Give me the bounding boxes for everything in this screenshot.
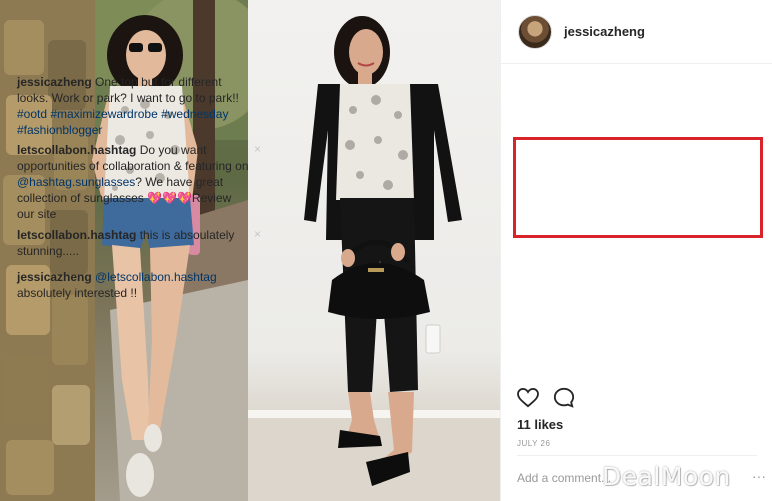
- post-caption: jessicazheng One top but for different l…: [17, 74, 261, 138]
- post-actions: [517, 387, 575, 414]
- hashtag-wednesday[interactable]: #wednesday: [161, 107, 228, 121]
- comment-item: letscollabon.hashtag Do you want opportu…: [17, 142, 261, 222]
- photo-indoor-look: [248, 0, 500, 501]
- post-header: jessicazheng: [501, 0, 772, 64]
- more-options-icon[interactable]: ···: [752, 468, 766, 484]
- comment-bubble-icon[interactable]: [553, 387, 575, 414]
- caption-username[interactable]: jessicazheng: [17, 75, 92, 89]
- comment-mention[interactable]: @letscollabon.hashtag: [95, 270, 217, 284]
- comment-item: jessicazheng @letscollabon.hashtag absol…: [17, 269, 261, 301]
- divider: [517, 455, 757, 456]
- comment-text: absolutely interested !!: [17, 286, 138, 300]
- comment-username[interactable]: letscollabon.hashtag: [17, 228, 136, 242]
- watermark-logo: DealMoon: [602, 462, 731, 491]
- delete-comment-icon[interactable]: ×: [254, 142, 261, 156]
- heart-outline-icon[interactable]: [517, 387, 539, 413]
- hashtag-fashionblogger[interactable]: #fashionblogger: [17, 123, 102, 137]
- delete-comment-icon[interactable]: ×: [254, 227, 261, 241]
- comment-item: letscollabon.hashtag this is absoulately…: [17, 227, 261, 259]
- add-comment-input[interactable]: Add a comment...: [517, 471, 611, 485]
- post-date: JULY 26: [517, 439, 551, 448]
- comment-username[interactable]: jessicazheng: [17, 270, 92, 284]
- hashtag-maximizewardrobe[interactable]: #maximizewardrobe: [50, 107, 157, 121]
- hashtag-ootd[interactable]: #ootd: [17, 107, 47, 121]
- comment-list: jessicazheng One top but for different l…: [17, 74, 261, 301]
- comment-mention[interactable]: @hashtag.sunglasses: [17, 175, 135, 189]
- header-username[interactable]: jessicazheng: [564, 24, 645, 39]
- likes-count[interactable]: 11 likes: [517, 417, 563, 432]
- comment-username[interactable]: letscollabon.hashtag: [17, 143, 136, 157]
- profile-avatar[interactable]: [518, 14, 552, 49]
